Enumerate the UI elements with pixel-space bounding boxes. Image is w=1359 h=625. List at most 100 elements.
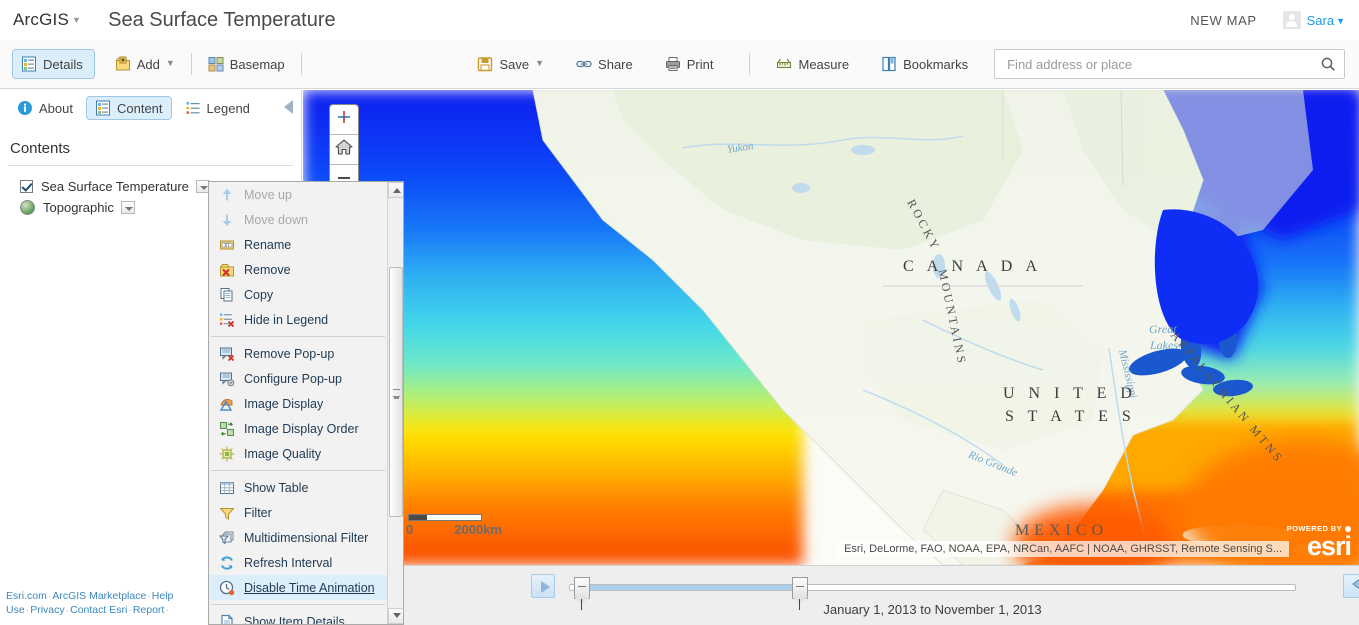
time-slider-range [575, 585, 799, 590]
share-button-label: Share [598, 56, 633, 72]
menu-item-multidimensional-filter[interactable]: Multidimensional Filter [209, 525, 387, 550]
arcgis-map-viewer: ArcGIS ▼ Sea Surface Temperature NEW MAP … [0, 0, 1359, 625]
menu-item-image-display-order[interactable]: Image Display Order [209, 416, 387, 441]
menu-item-move-up[interactable]: Move up [209, 182, 387, 207]
esri-logo: POWERED BY esri [1287, 524, 1352, 560]
menu-separator-3 [211, 604, 385, 605]
menu-item-move-down[interactable]: Move down [209, 207, 387, 232]
zoom-home-button[interactable] [330, 135, 358, 165]
refresh-arrows-icon [219, 555, 235, 571]
scroll-up-arrow-icon[interactable] [388, 182, 403, 198]
footer-link-report[interactable]: Report [133, 604, 165, 616]
time-slider-track[interactable] [569, 577, 1296, 610]
checkbox-checked-icon[interactable] [20, 180, 33, 193]
map-view[interactable]: Yukon C A N A D A ROCKY MOUNTAINS Great … [303, 90, 1359, 565]
menu-item-show-item-details[interactable]: Show Item Details [209, 609, 387, 625]
basemap-button[interactable]: Basemap [202, 52, 291, 76]
footer-link-esri-com[interactable]: Esri.com [6, 590, 47, 602]
scroll-down-arrow-icon[interactable] [388, 608, 403, 624]
plus-icon [335, 108, 353, 131]
user-menu[interactable]: Sara ▼ [1282, 11, 1345, 29]
menu-item-rename[interactable]: XT Rename [209, 232, 387, 257]
menu-item-remove-popup[interactable]: Remove Pop-up [209, 341, 387, 366]
footer-link-arcgis-marketplace[interactable]: ArcGIS Marketplace [52, 590, 146, 602]
basemap-dropdown-icon[interactable] [120, 201, 135, 214]
image-display-order-icon [219, 421, 235, 437]
share-link-icon [576, 56, 592, 72]
search-box[interactable] [994, 49, 1345, 79]
menu-item-remove[interactable]: Remove [209, 257, 387, 282]
tab-legend[interactable]: Legend [176, 96, 259, 120]
add-button[interactable]: Add ▼ [109, 52, 181, 76]
menu-item-configure-popup[interactable]: Configure Pop-up [209, 366, 387, 391]
panel-tabs: About Content Legend [0, 90, 301, 126]
measure-button-label: Measure [798, 56, 850, 72]
footer-link-contact-esri[interactable]: Contact Esri [70, 604, 127, 616]
home-icon [334, 137, 354, 162]
magnifier-icon[interactable] [1320, 56, 1336, 72]
details-button[interactable]: Details [12, 49, 95, 79]
menu-item-hide-in-legend[interactable]: Hide in Legend [209, 307, 387, 332]
scrollbar-thumb[interactable] [389, 267, 403, 517]
layer-context-menu[interactable]: Move up Move down XT Rename Remove Copy … [208, 181, 404, 625]
content-list-icon [95, 100, 111, 116]
chevron-down-icon: ▼ [1336, 15, 1345, 26]
bookmarks-button[interactable]: Bookmarks [875, 52, 974, 76]
scalebar-distance: 2000km [454, 522, 502, 537]
menu-label: Show Item Details [244, 614, 345, 625]
rename-textbox-icon: XT [219, 237, 235, 253]
toolbar-center-group: Save ▼ Share Print Measure Bookmarks [471, 52, 994, 76]
arcgis-brand-label: ArcGIS [13, 10, 69, 29]
context-menu-items: Move up Move down XT Rename Remove Copy … [209, 182, 387, 624]
page-title: Sea Surface Temperature [108, 8, 336, 31]
time-slider-handle-end[interactable] [791, 577, 808, 610]
remove-x-icon [219, 262, 235, 278]
tab-content-label: Content [116, 100, 163, 116]
time-step-back-button[interactable] [1343, 574, 1359, 598]
footer-link-use[interactable]: Use [6, 604, 25, 616]
context-menu-scrollbar[interactable] [387, 182, 403, 624]
menu-item-image-display[interactable]: Image Display [209, 391, 387, 416]
tab-about-label: About [39, 100, 73, 116]
tab-about[interactable]: About [8, 96, 82, 120]
footer-link-privacy[interactable]: Privacy [30, 604, 64, 616]
menu-item-disable-time-animation[interactable]: Disable Time Animation [209, 575, 387, 600]
print-button[interactable]: Print [659, 52, 720, 76]
arcgis-brand-menu[interactable]: ArcGIS ▼ [8, 8, 86, 32]
map-raster [303, 90, 1359, 565]
menu-separator-2 [211, 470, 385, 471]
measure-ruler-icon [776, 56, 792, 72]
menu-label: Remove [244, 262, 291, 277]
header-right-group: NEW MAP Sara ▼ [1190, 11, 1345, 29]
map-canvas[interactable] [303, 90, 1359, 565]
share-button[interactable]: Share [570, 52, 639, 76]
clock-time-icon [219, 580, 235, 596]
map-attribution: Esri, DeLorme, FAO, NOAA, EPA, NRCan, AA… [837, 541, 1289, 557]
scalebar-labels: 0 2000km [406, 522, 502, 537]
menu-label: Image Display Order [244, 421, 359, 436]
menu-label: Move down [244, 212, 308, 227]
menu-item-show-table[interactable]: Show Table [209, 475, 387, 500]
tab-content[interactable]: Content [85, 96, 172, 120]
add-layer-icon [115, 56, 131, 72]
time-range-label: January 1, 2013 to November 1, 2013 [823, 602, 1042, 617]
filter-funnel-icon [219, 505, 235, 521]
zoom-in-button[interactable] [330, 105, 358, 135]
measure-button[interactable]: Measure [770, 52, 855, 76]
arrow-down-icon [219, 212, 235, 228]
play-button[interactable] [531, 574, 555, 598]
save-button[interactable]: Save ▼ [471, 52, 550, 76]
time-slider-handle-start[interactable] [573, 577, 590, 610]
image-quality-icon [219, 446, 235, 462]
footer-link-help[interactable]: Help [152, 590, 174, 602]
search-input[interactable] [1005, 55, 1320, 73]
globe-icon [20, 200, 35, 215]
menu-item-copy[interactable]: Copy [209, 282, 387, 307]
menu-item-filter[interactable]: Filter [209, 500, 387, 525]
menu-item-refresh-interval[interactable]: Refresh Interval [209, 550, 387, 575]
menu-item-image-quality[interactable]: Image Quality [209, 441, 387, 466]
scalebar-zero: 0 [406, 522, 414, 537]
new-map-button[interactable]: NEW MAP [1190, 13, 1256, 28]
basemap-grid-icon [208, 56, 224, 72]
collapse-left-arrow-icon[interactable] [284, 100, 293, 114]
